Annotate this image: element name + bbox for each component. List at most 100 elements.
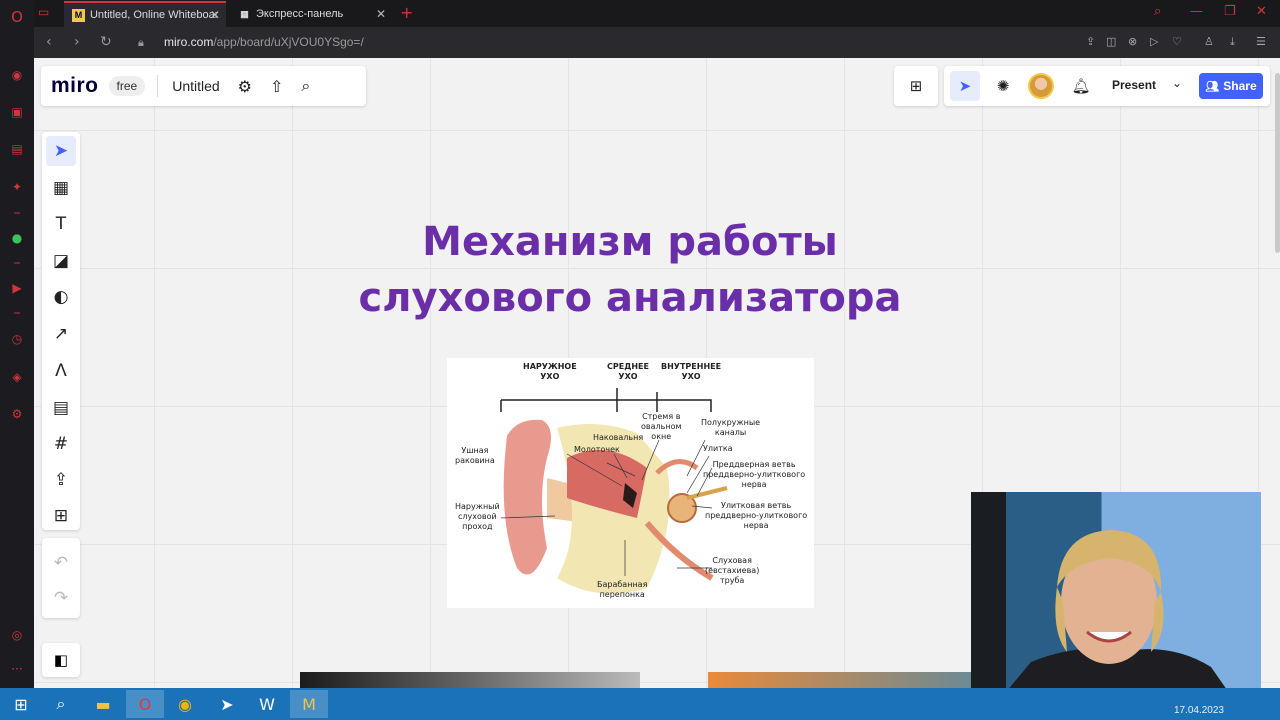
chevron-down-icon[interactable]: ⌄ [1172, 76, 1182, 90]
search-tabs-icon[interactable]: ⌕ [1154, 4, 1161, 19]
history-toolbar: ↶ ↷ [42, 538, 80, 618]
label-semicircular-canals: Полукружные каналы [701, 418, 761, 437]
minimize-icon[interactable]: — [1190, 4, 1203, 19]
sidebar-divider [14, 312, 20, 314]
close-tab-icon[interactable]: ✕ [376, 7, 386, 21]
shapes-icon[interactable]: ◐ [46, 282, 76, 312]
opera-logo-icon[interactable]: O [8, 8, 26, 26]
tab-speed-dial[interactable]: ▦ Экспресс-панель ✕ [230, 1, 392, 27]
board-panel-button[interactable]: ◧ [42, 643, 80, 677]
title-line-2: слухового анализатора [358, 275, 902, 321]
miro-logo[interactable]: miro [51, 74, 99, 98]
upload-icon[interactable]: ⇪ [46, 465, 76, 495]
player-icon[interactable]: ▶ [8, 279, 26, 297]
text-tool-icon[interactable]: T [46, 209, 76, 239]
camera-icon[interactable]: ◫ [1106, 35, 1116, 48]
new-tab-button[interactable]: + [400, 3, 413, 22]
tab-menu-icon[interactable]: ▭ [38, 5, 49, 19]
extensions-icon[interactable]: ◈ [8, 368, 26, 386]
label-ear-canal: Наружный слуховой проход [455, 502, 500, 531]
send-icon[interactable]: ▷ [1150, 35, 1158, 48]
board-image-partial[interactable] [708, 672, 1008, 688]
collab-toolbar: ➤ ✺ 🔔︎ Present ⌄ 👥︎ Share [944, 66, 1270, 106]
sticky-note-icon[interactable]: ◪ [46, 246, 76, 276]
search-icon[interactable]: ⌕ [42, 690, 80, 718]
close-window-icon[interactable]: ✕ [1256, 4, 1267, 19]
apps-icon: ⊞ [909, 77, 923, 95]
telegram-icon[interactable]: ➤ [208, 690, 246, 718]
label-cochlear-branch: Улитковая ветвь преддверно-улиткового не… [705, 501, 808, 530]
windows-start-icon[interactable]: ⊞ [2, 690, 40, 718]
whatsapp-icon[interactable]: ● [8, 229, 26, 247]
ear-anatomy-image[interactable]: НАРУЖНОЕ УХО СРЕДНЕЕ УХО ВНУТРЕННЕЕ УХО … [447, 358, 814, 608]
share-button[interactable]: 👥︎ Share [1199, 73, 1263, 99]
plan-badge[interactable]: free [108, 76, 146, 96]
present-button[interactable]: Present [1112, 78, 1156, 92]
screen: O ◉ ▣ ▤ ✦ ● ▶ ◷ ◈ ⚙ ◎ ··· ▭ M Untitled, … [0, 0, 1280, 720]
label-middle-ear: СРЕДНЕЕ УХО [607, 362, 649, 381]
tab-miro[interactable]: M Untitled, Online Whiteboar ✕ [64, 1, 226, 27]
board-image-partial[interactable] [300, 672, 640, 688]
tab-bar: ▭ M Untitled, Online Whiteboar ✕ ▦ Экспр… [34, 0, 1280, 27]
adblock-icon[interactable]: ⊗ [1128, 35, 1137, 48]
board-header: miro free Untitled ⚙ ⇧ ⌕ [41, 66, 366, 106]
label-incus: Наковальня [593, 433, 644, 442]
label-stapes: Стремя в овальном окне [641, 412, 682, 441]
more-icon[interactable]: ··· [8, 660, 26, 678]
grid-icon: ▦ [240, 8, 249, 19]
share-label: Share [1223, 79, 1257, 93]
settings-icon[interactable]: ⚙ [8, 405, 26, 423]
bell-icon[interactable]: 🔔︎ [1066, 71, 1096, 101]
miro-taskbar-icon[interactable]: M [290, 690, 328, 718]
chrome-icon[interactable]: ◉ [166, 690, 204, 718]
board-title[interactable]: Untitled [172, 78, 219, 94]
header-divider [157, 75, 159, 97]
label-eustachian-tube: Слуховая (евстахиева) труба [705, 556, 760, 585]
heart-icon[interactable]: ♡ [1172, 35, 1182, 48]
templates-icon[interactable]: ▦ [46, 173, 76, 203]
close-tab-icon[interactable]: ✕ [210, 8, 220, 22]
sidebar-panel-icon: ◧ [53, 651, 69, 669]
easy-setup-icon[interactable]: ☰ [1256, 35, 1266, 48]
avatar[interactable] [1028, 73, 1054, 99]
reload-icon[interactable]: ↻ [100, 34, 112, 50]
apps-button[interactable]: ⊞ [894, 66, 938, 106]
bag-icon[interactable]: ▣ [8, 103, 26, 121]
frame-icon[interactable]: # [46, 429, 76, 459]
opera-taskbar-icon[interactable]: O [126, 690, 164, 718]
label-auricle: Ушная раковина [455, 446, 495, 465]
url-field[interactable]: miro.com/app/board/uXjVOU0YSgo=/ [164, 35, 364, 49]
search-icon[interactable]: ⌕ [301, 76, 310, 96]
settings-gear-icon[interactable]: ⚙ [238, 77, 252, 96]
connector-arrow-icon[interactable]: ↗ [46, 319, 76, 349]
forward-icon[interactable]: › [74, 34, 80, 50]
cursor-icon[interactable]: ➤ [950, 71, 980, 101]
pen-icon[interactable]: Λ [46, 356, 76, 386]
snapshot-icon[interactable]: ◎ [8, 626, 26, 644]
profile-icon[interactable]: ♙ [1204, 35, 1214, 48]
tab-title: Untitled, Online Whiteboar [89, 9, 218, 21]
vertical-scrollbar[interactable] [1275, 73, 1280, 253]
export-icon[interactable]: ⇧ [270, 77, 283, 96]
lock-icon: 🔒︎ [138, 36, 144, 49]
download-icon[interactable]: ⤓ [1230, 35, 1235, 49]
slide-title[interactable]: Механизм работы слухового анализатора [330, 214, 930, 326]
sidebar-divider [14, 262, 20, 264]
restore-icon[interactable]: ❐ [1224, 4, 1236, 19]
comment-icon[interactable]: ▤ [46, 393, 76, 423]
twitch-icon[interactable]: ▤ [8, 140, 26, 158]
reactions-icon[interactable]: ✺ [988, 71, 1018, 101]
select-tool-icon[interactable]: ➤ [46, 136, 76, 166]
tab-title: Экспресс-панель [256, 8, 344, 20]
speed-dial-icon[interactable]: ◉ [8, 66, 26, 84]
more-tools-icon[interactable]: ⊞ [46, 501, 76, 531]
word-icon[interactable]: W [248, 690, 286, 718]
back-icon[interactable]: ‹ [46, 34, 52, 50]
gaming-icon[interactable]: ✦ [8, 178, 26, 196]
undo-icon[interactable]: ↶ [46, 548, 76, 578]
history-icon[interactable]: ◷ [8, 330, 26, 348]
file-explorer-icon[interactable]: ▬ [84, 690, 122, 718]
share-page-icon[interactable]: ⇪ [1086, 35, 1095, 48]
label-inner-ear: ВНУТРЕННЕЕ УХО [661, 362, 722, 381]
redo-icon[interactable]: ↷ [46, 583, 76, 613]
